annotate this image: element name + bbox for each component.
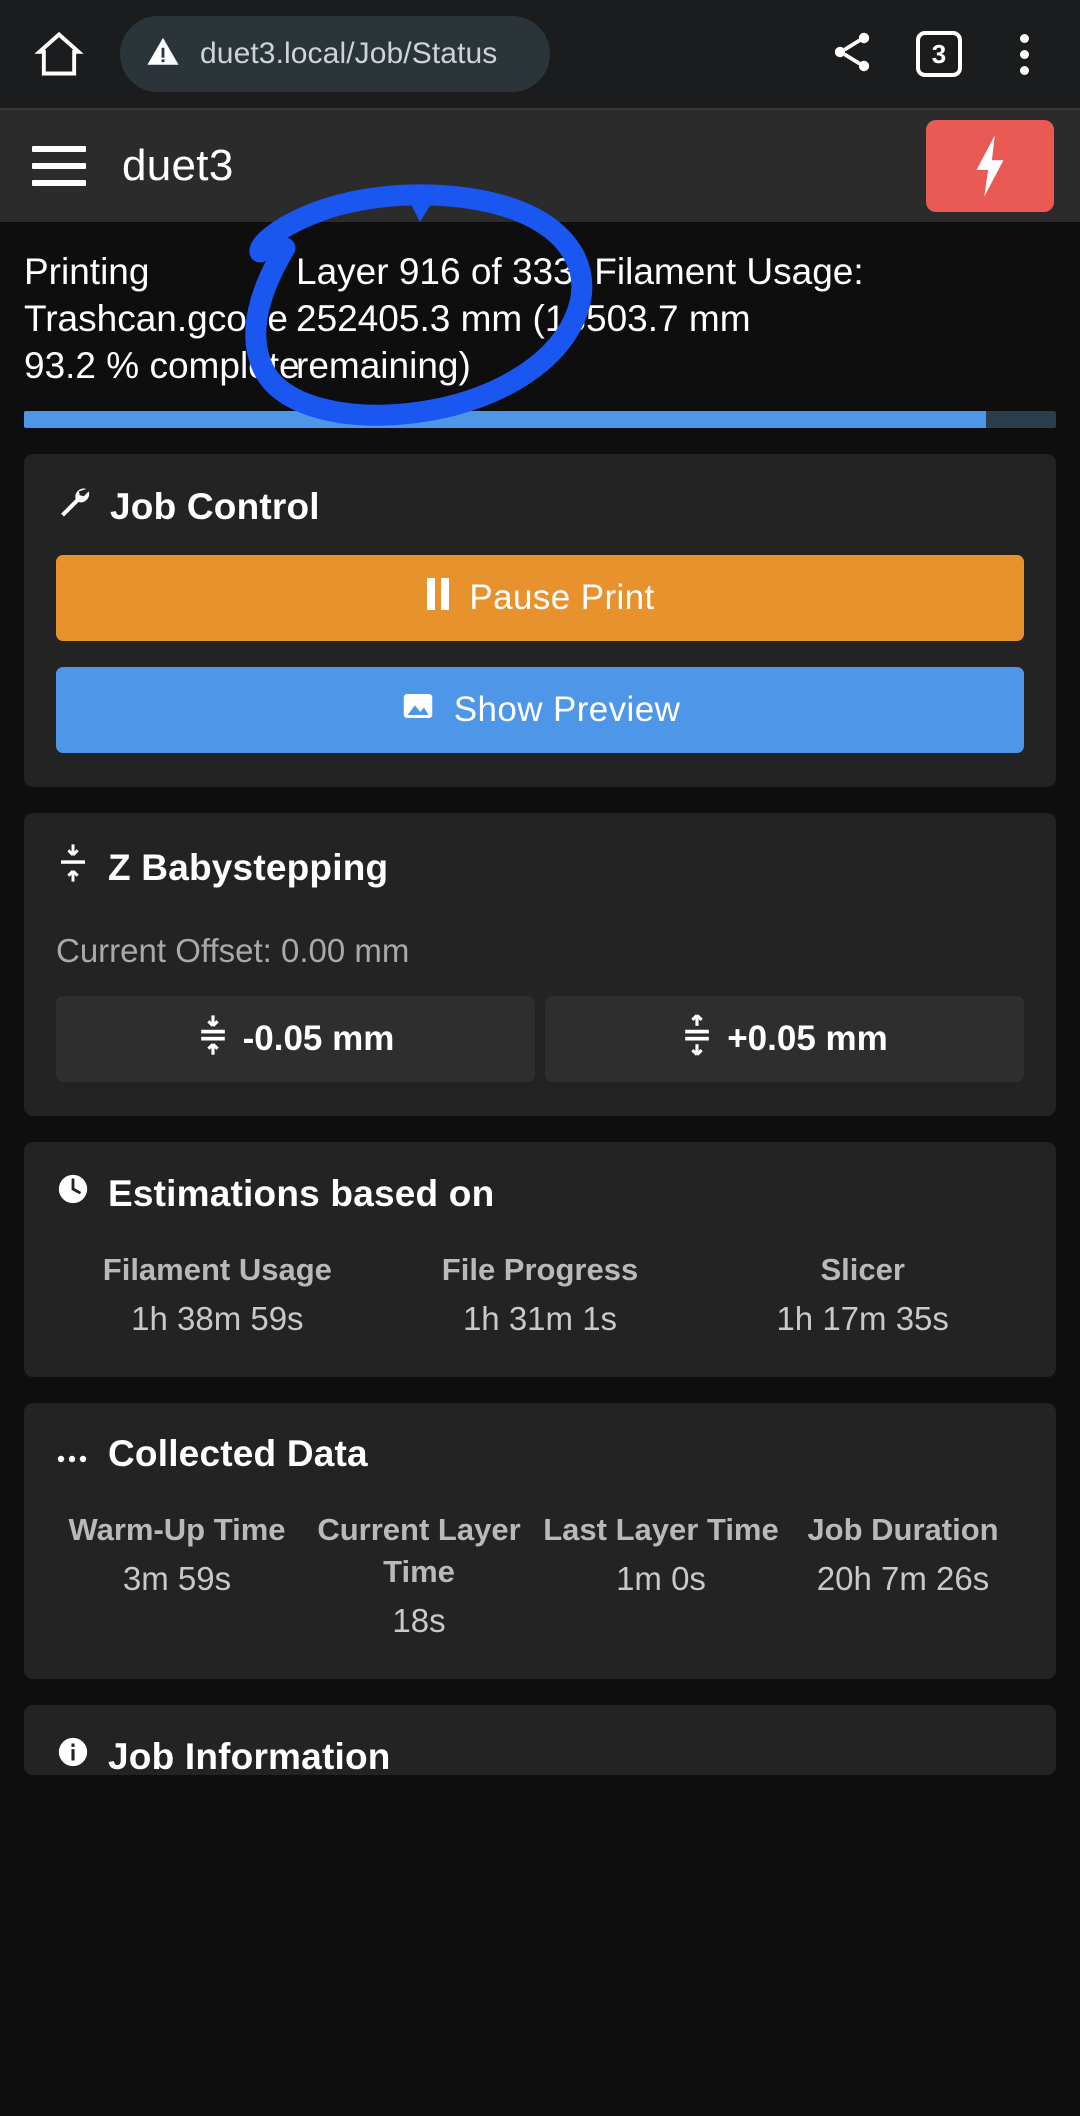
status-right-column: Layer 916 of 333, Filament Usage: 252405… — [296, 248, 1056, 389]
z-babystepping-title-text: Z Babystepping — [108, 846, 389, 888]
emergency-stop-button[interactable] — [926, 120, 1054, 212]
status-complete-percent: 93.2 % complete — [24, 345, 300, 386]
job-information-title: Job Information — [56, 1735, 1024, 1775]
collected-data-item: Current Layer Time 18s — [298, 1509, 540, 1645]
collected-data-title: Collected Data — [56, 1433, 1024, 1475]
estimations-card: Estimations based on Filament Usage 1h 3… — [24, 1142, 1056, 1377]
estimations-row: Filament Usage 1h 38m 59s File Progress … — [56, 1249, 1024, 1343]
estimations-title: Estimations based on — [56, 1172, 1024, 1215]
status-left-column: Printing Trashcan.gcode 93.2 % complete — [24, 248, 300, 389]
collected-data-value: 1m 0s — [616, 1560, 706, 1597]
collected-data-value: 18s — [392, 1602, 446, 1639]
page-root: duet3.local/Job/Status 3 duet3 Printing … — [0, 0, 1080, 2116]
job-control-title: Job Control — [56, 484, 1024, 529]
image-icon — [400, 688, 436, 733]
z-babystep-icon — [56, 843, 90, 892]
show-preview-label: Show Preview — [453, 690, 681, 729]
estimation-item: Filament Usage 1h 38m 59s — [56, 1249, 379, 1343]
current-offset-label: Current Offset: 0.00 mm — [56, 932, 410, 969]
status-state: Printing — [24, 251, 150, 292]
babystep-decrease-button[interactable]: -0.05 mm — [56, 996, 535, 1082]
info-icon — [56, 1735, 90, 1775]
hamburger-menu-icon[interactable] — [26, 146, 92, 186]
pause-icon — [425, 577, 451, 620]
job-control-card: Job Control Pause Print Show Preview — [24, 454, 1056, 787]
pause-print-label: Pause Print — [469, 578, 655, 617]
progress-track — [24, 411, 1056, 428]
progress-fill — [24, 411, 986, 428]
collected-data-title-text: Collected Data — [108, 1433, 368, 1474]
babystep-decrease-label: -0.05 mm — [242, 1019, 395, 1058]
wrench-icon — [56, 484, 92, 529]
z-babystepping-card: Z Babystepping Current Offset: 0.00 mm -… — [24, 813, 1056, 1116]
arrows-collapse-icon — [197, 1014, 229, 1065]
estimations-title-text: Estimations based on — [108, 1172, 495, 1214]
estimation-label: File Progress — [441, 1252, 639, 1287]
estimation-label: Filament Usage — [102, 1252, 332, 1287]
job-information-card: Job Information — [24, 1705, 1056, 1775]
collected-data-item: Warm-Up Time 3m 59s — [56, 1509, 298, 1645]
status-filament-usage: 252405.3 mm (18503.7 mm — [296, 298, 751, 339]
estimation-item: File Progress 1h 31m 1s — [379, 1249, 702, 1343]
print-status: Printing Trashcan.gcode 93.2 % complete … — [0, 222, 1080, 389]
job-information-title-text: Job Information — [108, 1735, 391, 1776]
lightning-bolt-icon — [976, 135, 1004, 197]
estimation-value: 1h 38m 59s — [131, 1300, 304, 1337]
babystep-increase-button[interactable]: +0.05 mm — [545, 996, 1024, 1082]
collected-data-row: Warm-Up Time 3m 59s Current Layer Time 1… — [56, 1509, 1024, 1645]
show-preview-button[interactable]: Show Preview — [56, 667, 1024, 753]
status-layer-info: Layer 916 of 333, Filament Usage: — [296, 251, 864, 292]
address-bar[interactable]: duet3.local/Job/Status — [120, 16, 550, 92]
babystep-increase-label: +0.05 mm — [727, 1019, 888, 1058]
collected-data-label: Last Layer Time — [543, 1512, 779, 1547]
url-text: duet3.local/Job/Status — [200, 37, 498, 70]
app-bar: duet3 — [0, 110, 1080, 222]
estimation-item: Slicer 1h 17m 35s — [701, 1249, 1024, 1343]
collected-data-card: Collected Data Warm-Up Time 3m 59s Curre… — [24, 1403, 1056, 1679]
job-control-title-text: Job Control — [110, 485, 320, 527]
collected-data-item: Last Layer Time 1m 0s — [540, 1509, 782, 1645]
collected-data-label: Current Layer Time — [317, 1512, 521, 1589]
collected-data-item: Job Duration 20h 7m 26s — [782, 1509, 1024, 1645]
share-icon[interactable] — [828, 28, 876, 81]
z-babystepping-title: Z Babystepping — [56, 843, 1024, 892]
collected-data-label: Warm-Up Time — [68, 1512, 286, 1547]
insecure-warning-icon — [146, 35, 180, 74]
browser-toolbar: duet3.local/Job/Status 3 — [0, 0, 1080, 110]
status-filament-remaining: remaining) — [296, 345, 471, 386]
ellipsis-icon — [56, 1433, 90, 1475]
overflow-menu-icon[interactable] — [1002, 33, 1046, 75]
collected-data-label: Job Duration — [807, 1512, 999, 1547]
estimation-value: 1h 17m 35s — [776, 1300, 949, 1337]
babystep-button-row: -0.05 mm +0.05 mm — [56, 996, 1024, 1082]
tab-counter[interactable]: 3 — [916, 31, 962, 77]
arrows-expand-icon — [681, 1013, 713, 1065]
page-title: duet3 — [122, 141, 234, 190]
pause-print-button[interactable]: Pause Print — [56, 555, 1024, 641]
clock-icon — [56, 1172, 90, 1215]
progress-bar-wrapper — [0, 389, 1080, 428]
home-icon[interactable] — [28, 23, 90, 85]
estimation-label: Slicer — [820, 1252, 905, 1287]
collected-data-value: 3m 59s — [122, 1560, 232, 1597]
browser-actions: 3 — [828, 28, 1052, 81]
status-filename: Trashcan.gcode — [24, 298, 288, 339]
estimation-value: 1h 31m 1s — [462, 1300, 618, 1337]
collected-data-value: 20h 7m 26s — [816, 1560, 990, 1597]
